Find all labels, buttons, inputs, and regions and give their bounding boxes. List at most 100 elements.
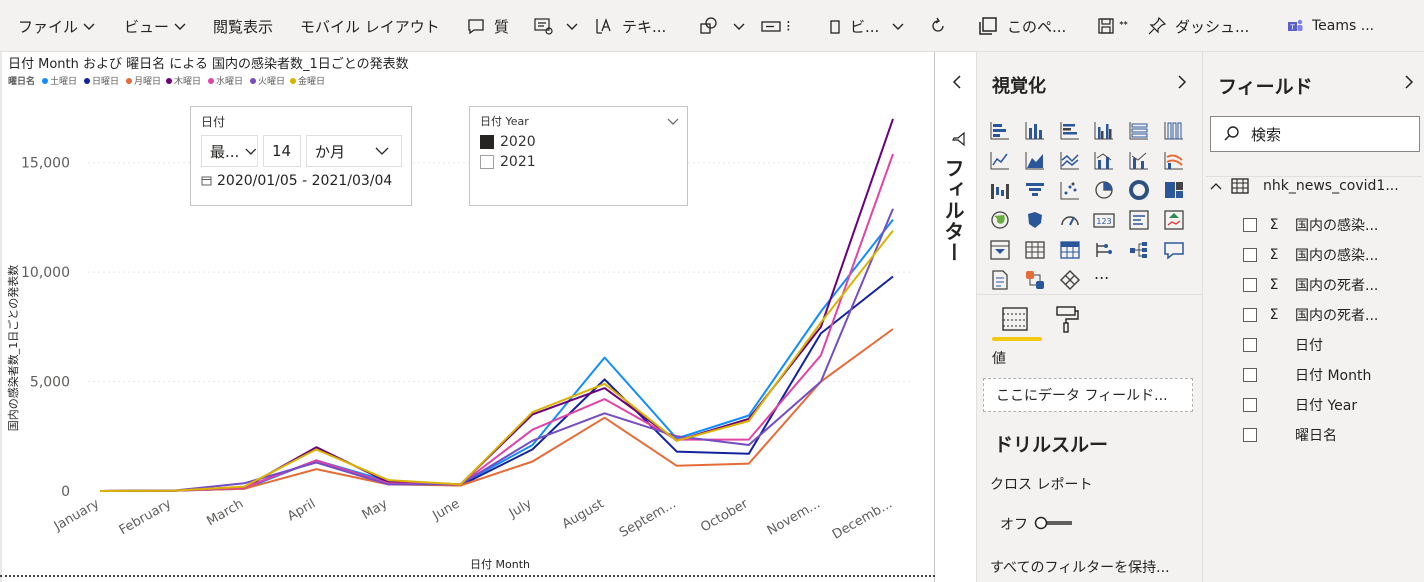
donut-icon[interactable] — [1127, 178, 1151, 202]
field-item[interactable]: Σ 国内の死者... — [1243, 305, 1378, 325]
chevron-down-icon — [83, 23, 95, 30]
qa-button[interactable]: 質 — [466, 0, 509, 52]
waterfall-icon[interactable] — [988, 178, 1012, 202]
year-2021-checkbox[interactable] — [480, 155, 494, 169]
more-visuals-button[interactable]: ... — [1094, 264, 1109, 283]
clustered-bar-icon[interactable] — [1058, 118, 1082, 142]
stacked-bar-icon[interactable] — [988, 118, 1012, 142]
field-item[interactable]: Σ 国内の感染... — [1243, 215, 1378, 235]
sigma-icon: Σ — [1269, 307, 1279, 323]
refresh-icon — [932, 17, 944, 32]
decomposition-tree-icon[interactable] — [1127, 238, 1151, 262]
field-checkbox[interactable] — [1243, 338, 1257, 352]
refresh-button[interactable] — [928, 0, 948, 52]
100-stacked-bar-icon[interactable] — [1127, 118, 1151, 142]
table-node[interactable]: nhk_news_covid1... — [1209, 178, 1399, 194]
matrix-icon[interactable] — [1058, 238, 1082, 262]
series-line[interactable] — [99, 229, 894, 492]
card-icon[interactable]: 123 — [1092, 208, 1116, 232]
field-checkbox[interactable] — [1243, 308, 1257, 322]
line-stacked-column-icon[interactable] — [1127, 148, 1151, 172]
field-checkbox[interactable] — [1243, 428, 1257, 442]
chevron-left-icon[interactable] — [950, 74, 964, 90]
line-chart-icon[interactable] — [988, 148, 1012, 172]
filters-label[interactable]: フィルター — [941, 158, 968, 263]
mobile-layout-button[interactable]: モバイル レイアウト — [300, 0, 440, 52]
field-item[interactable]: 曜日名 — [1243, 425, 1337, 445]
smart-narrative-button[interactable] — [533, 0, 579, 52]
format-paint-roller-icon[interactable] — [1054, 304, 1080, 334]
python-visual-icon[interactable] — [1023, 268, 1047, 292]
clustered-column-icon[interactable] — [1092, 118, 1116, 142]
fields-search-input[interactable]: 検索 — [1210, 116, 1420, 152]
year-slicer[interactable]: 日付 Year 2020 2021 — [469, 106, 688, 206]
field-checkbox[interactable] — [1243, 248, 1257, 262]
year-2020-checkbox[interactable] — [480, 135, 494, 149]
map-icon[interactable] — [988, 208, 1012, 232]
relative-mode-dropdown[interactable]: 最... — [201, 135, 258, 167]
field-item[interactable]: 日付 Year — [1243, 395, 1357, 415]
field-checkbox[interactable] — [1243, 218, 1257, 232]
buttons-button[interactable]: ⁝ — [760, 0, 791, 52]
ribbon-chart-icon[interactable] — [1162, 148, 1186, 172]
fields-well-tab-icon[interactable] — [1000, 304, 1030, 334]
date-slicer[interactable]: 日付 最... 14 か月 2020/01/05 - 2021/03/04 — [190, 106, 412, 206]
field-checkbox[interactable] — [1243, 368, 1257, 382]
chevron-down-icon — [892, 23, 904, 30]
pin-dashboard-button[interactable]: ダッシュ... — [1147, 0, 1249, 52]
area-chart-icon[interactable] — [1023, 148, 1047, 172]
line-chart[interactable]: 日付 Month および 曜日名 による 国内の感染者数_1日ごとの発表数 曜日… — [0, 52, 935, 582]
stacked-area-icon[interactable] — [1058, 148, 1082, 172]
sigma-icon: Σ — [1269, 247, 1279, 263]
view-menu-label: ビュー — [124, 17, 170, 36]
funnel-icon[interactable] — [1023, 178, 1047, 202]
field-item[interactable]: Σ 国内の感染... — [1243, 245, 1378, 265]
teams-button[interactable]: T Teams ... — [1286, 0, 1374, 52]
legend-marker — [290, 78, 296, 84]
field-checkbox[interactable] — [1243, 278, 1257, 292]
values-drop-zone[interactable]: ここにデータ フィールド... — [983, 378, 1193, 412]
stacked-column-icon[interactable] — [1023, 118, 1047, 142]
file-menu[interactable]: ファイル — [18, 0, 96, 52]
table-visual-icon[interactable] — [1023, 238, 1047, 262]
multi-row-card-icon[interactable] — [1127, 208, 1151, 232]
chevron-down-icon — [733, 23, 745, 30]
key-influencers-icon[interactable] — [1092, 238, 1116, 262]
view-menu[interactable]: ビュー — [124, 0, 187, 52]
x-tick-label: July — [506, 496, 535, 521]
legend-label: 金曜日 — [298, 75, 325, 87]
series-line[interactable] — [99, 275, 894, 492]
field-item[interactable]: 日付 — [1243, 335, 1323, 355]
field-item[interactable]: Σ 国内の死者... — [1243, 275, 1378, 295]
chevron-right-icon[interactable] — [1402, 74, 1416, 90]
field-label: 曜日名 — [1295, 428, 1337, 444]
svg-text:123: 123 — [1097, 217, 1112, 226]
paginated-report-icon[interactable] — [988, 268, 1012, 292]
slicer-icon[interactable] — [988, 238, 1012, 262]
line-clustered-column-icon[interactable] — [1092, 148, 1116, 172]
field-item[interactable]: 日付 Month — [1243, 365, 1371, 385]
reading-view-button[interactable]: 閲覧表示 — [213, 0, 273, 52]
textbox-button[interactable]: テキ... — [594, 0, 666, 52]
relative-count-input[interactable]: 14 — [263, 135, 301, 167]
treemap-icon[interactable] — [1162, 178, 1186, 202]
100-stacked-column-icon[interactable] — [1162, 118, 1186, 142]
visual-button[interactable]: ビ... — [828, 0, 905, 52]
relative-unit-dropdown[interactable]: か月 — [306, 135, 402, 167]
search-icon — [1224, 126, 1239, 141]
filled-map-icon[interactable] — [1023, 208, 1047, 232]
power-apps-icon[interactable] — [1058, 268, 1082, 292]
chevron-up-icon — [1210, 183, 1222, 190]
shapes-button[interactable] — [698, 0, 746, 52]
gauge-icon[interactable] — [1058, 208, 1082, 232]
kpi-icon[interactable] — [1162, 208, 1186, 232]
cross-report-toggle[interactable] — [1034, 516, 1072, 530]
save-button[interactable]: ᕯ — [1096, 0, 1128, 52]
chevron-right-icon[interactable] — [1175, 74, 1189, 90]
pie-icon[interactable] — [1092, 178, 1116, 202]
field-checkbox[interactable] — [1243, 398, 1257, 412]
qna-visual-icon[interactable] — [1162, 238, 1186, 262]
scatter-icon[interactable] — [1058, 178, 1082, 202]
narrative-icon — [534, 18, 553, 35]
duplicate-page-button[interactable]: このペ... — [977, 0, 1066, 52]
